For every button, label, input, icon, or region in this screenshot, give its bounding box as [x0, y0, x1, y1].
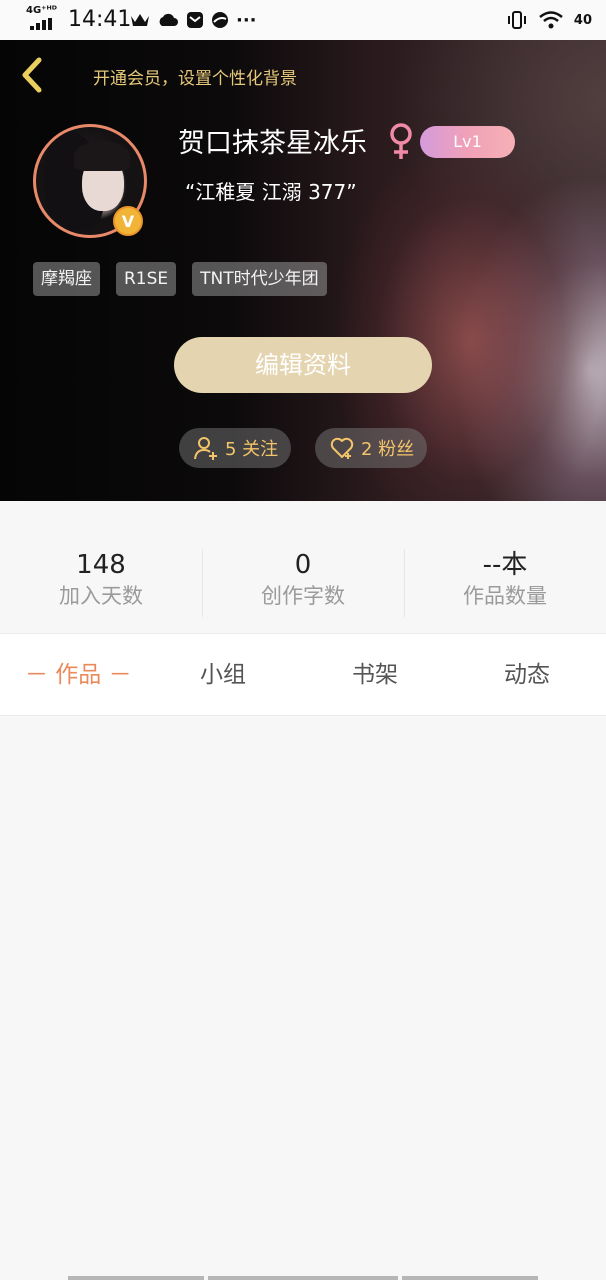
tab-content-area [0, 716, 606, 1280]
stat-value: 148 [76, 550, 126, 580]
tab-works[interactable]: － 作品 － [25, 658, 132, 692]
tag-list: 摩羯座 R1SE TNT时代少年团 [33, 262, 327, 296]
female-gender-icon [390, 123, 412, 159]
profile-header: 开通会员，设置个性化背景 V 贺口抹茶星冰乐 Lv1 “江稚夏 江溺 377” … [0, 40, 606, 501]
heart-icon [330, 437, 354, 459]
vibrate-icon [507, 11, 526, 29]
status-bar: 4G⁺ᴴᴰ 14:41 ··· 40 [0, 0, 606, 40]
tab-groups[interactable]: 小组 [200, 658, 246, 692]
stat-label: 作品数量 [463, 584, 547, 608]
app-icon [212, 12, 228, 28]
system-icons: 40 [506, 8, 592, 32]
mail-icon [187, 12, 203, 28]
more-notifications-icon: ··· [236, 9, 257, 31]
stat-value: --本 [482, 550, 528, 580]
stats-bar: 148 加入天数 0 创作字数 --本 作品数量 [0, 501, 606, 633]
signature: “江稚夏 江溺 377” [185, 180, 357, 204]
crown-icon [131, 14, 149, 26]
profile-tabs: － 作品 － 小组 书架 动态 [0, 633, 606, 716]
following-count: 5 关注 [225, 439, 279, 460]
fans-count: 2 粉丝 [361, 439, 415, 460]
wifi-icon [539, 11, 563, 29]
bottom-indicator [68, 1276, 538, 1280]
verified-badge: V [113, 206, 143, 236]
tag[interactable]: 摩羯座 [33, 262, 100, 296]
notification-icons: ··· [130, 9, 257, 31]
stat-label: 创作字数 [261, 584, 345, 608]
battery-level: 40 [573, 12, 592, 28]
stat-label: 加入天数 [59, 584, 143, 608]
signal-icon [30, 18, 52, 30]
level-badge: Lv1 [420, 126, 515, 158]
clock: 14:41 [68, 7, 132, 32]
battery-icon: 40 [574, 13, 592, 28]
tag[interactable]: R1SE [116, 262, 177, 296]
stat-value: 0 [294, 550, 312, 580]
edit-profile-button[interactable]: 编辑资料 [174, 337, 432, 393]
fans-button[interactable]: 2 粉丝 [315, 428, 427, 468]
chevron-left-icon[interactable] [14, 54, 50, 96]
stat-works-count: --本 作品数量 [404, 549, 606, 611]
network-type: 4G⁺ᴴᴰ [26, 5, 57, 16]
following-button[interactable]: 5 关注 [179, 428, 291, 468]
stat-word-count: 0 创作字数 [202, 549, 404, 611]
tab-bookshelf[interactable]: 书架 [352, 658, 398, 692]
stat-join-days: 148 加入天数 [0, 549, 202, 611]
tag[interactable]: TNT时代少年团 [192, 262, 327, 296]
tab-activity[interactable]: 动态 [504, 658, 550, 692]
username: 贺口抹茶星冰乐 [178, 128, 367, 159]
vip-promo-link[interactable]: 开通会员，设置个性化背景 [93, 64, 297, 89]
add-user-icon [194, 437, 217, 460]
cloud-icon [159, 13, 178, 26]
